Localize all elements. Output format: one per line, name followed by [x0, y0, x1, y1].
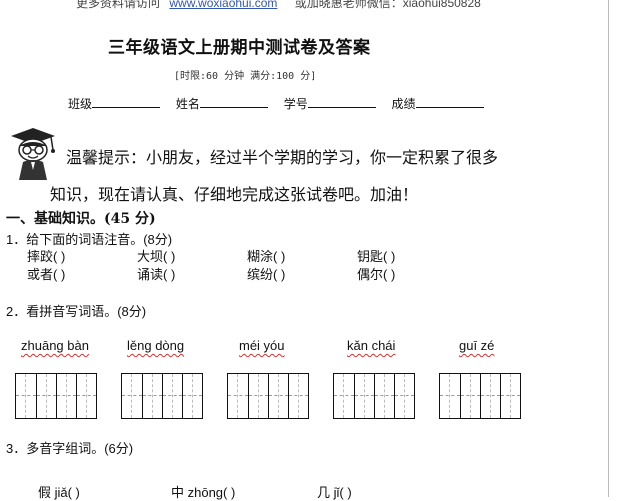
- q1-item[interactable]: 偶尔( ): [357, 264, 467, 283]
- student-id-label: 学号: [283, 97, 308, 111]
- q2-pinyin-1: zhuāng bàn: [21, 338, 89, 353]
- q3-item[interactable]: 中 zhōng( ): [171, 482, 317, 501]
- q3-row: 假 jiǎ( ) 中 zhōng( ) 几 jǐ( ): [38, 482, 427, 501]
- class-blank[interactable]: [92, 95, 161, 108]
- q1-item[interactable]: 糊涂( ): [247, 246, 357, 265]
- q2-answer-grid-2[interactable]: [121, 373, 203, 419]
- q1-item[interactable]: 诵读( ): [137, 264, 247, 283]
- header-note: 更多资料请访问 www.woxiaohui.com 或加晓惠老师微信：xiaoh…: [76, 0, 481, 11]
- name-blank[interactable]: [199, 95, 268, 108]
- header-note-left: 更多资料请访问: [76, 0, 161, 10]
- teacher-cartoon-icon: [11, 128, 55, 180]
- q2-pinyin-5: guī zé: [459, 338, 495, 353]
- name-label: 姓名: [175, 97, 200, 111]
- header-note-right: 或加晓惠老师微信：xiaohui850828: [294, 0, 481, 10]
- q3-item[interactable]: 假 jiǎ( ): [38, 482, 171, 501]
- q1-item[interactable]: 或者( ): [27, 264, 137, 283]
- q2-pinyin-3: méi yóu: [239, 338, 285, 353]
- tip-line-2: 知识，现在请认真、仔细地完成这张试卷吧。加油！: [50, 185, 419, 204]
- header-note-link[interactable]: www.woxiaohui.com: [169, 0, 277, 10]
- section1-heading: 一、基础知识。(45 分): [6, 211, 156, 227]
- q2-answer-grid-1[interactable]: [15, 373, 97, 419]
- q2-label: 2．看拼音写词语。(8分): [6, 304, 147, 319]
- exam-subtitle: [时限:60 分钟 满分:100 分]: [174, 71, 317, 82]
- q1-row-2: 或者( ) 诵读( ) 缤纷( ) 偶尔( ): [27, 264, 467, 283]
- q3-item[interactable]: 几 jǐ( ): [317, 482, 427, 501]
- q3-label: 3．多音字组词。(6分): [6, 441, 134, 456]
- class-label: 班级: [68, 97, 93, 111]
- q1-item[interactable]: 缤纷( ): [247, 264, 357, 283]
- q2-answer-grid-4[interactable]: [333, 373, 415, 419]
- q1-item[interactable]: 大坝( ): [137, 246, 247, 265]
- q2-pinyin-4: kǎn chái: [347, 338, 396, 353]
- q1-item[interactable]: 钥匙( ): [357, 246, 467, 265]
- score-label: 成绩: [391, 97, 416, 111]
- q1-item[interactable]: 摔跤( ): [27, 246, 137, 265]
- q2-answer-grid-5[interactable]: [439, 373, 521, 419]
- q2-answer-grid-3[interactable]: [227, 373, 309, 419]
- student-id-blank[interactable]: [307, 95, 376, 108]
- q1-row-1: 摔跤( ) 大坝( ) 糊涂( ) 钥匙( ): [27, 246, 467, 265]
- info-row: 班级 姓名 学号 成绩: [68, 95, 496, 112]
- page-title: 三年级语文上册期中测试卷及答案: [108, 38, 371, 58]
- q2-pinyin-2: lěng dòng: [127, 338, 185, 353]
- score-blank[interactable]: [415, 95, 484, 108]
- tip-line-1: 温馨提示：小朋友，经过半个学期的学习，你一定积累了很多: [66, 148, 499, 167]
